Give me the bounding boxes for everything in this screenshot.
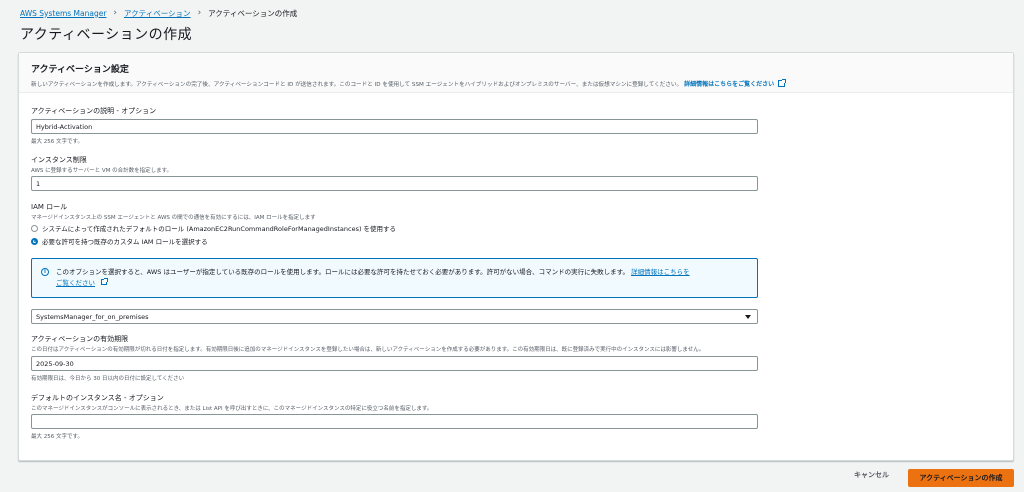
create-activation-button[interactable]: アクティベーションの作成	[908, 469, 1014, 487]
radio-button[interactable]	[31, 224, 38, 232]
alert-info-link[interactable]: 詳細情報はこちらを	[631, 268, 690, 276]
chevron-right-icon: ›	[197, 8, 202, 18]
description-input[interactable]: Hybrid-Activation	[31, 119, 758, 134]
alert-text: このオプションを選択すると、AWS はユーザーが指定している既存のロールを使用し…	[56, 268, 629, 276]
info-icon: i	[41, 268, 49, 276]
breadcrumb-current: アクティベーションの作成	[208, 8, 298, 18]
expiration-date-input[interactable]: 2025-09-30	[31, 356, 758, 371]
expiration-label: アクティベーションの有効期限	[31, 335, 129, 343]
panel-title: アクティベーション設定	[31, 65, 129, 75]
expiration-hint: 有効期限日は、今日から 30 日以内の日付に設定してください	[31, 376, 185, 382]
activation-settings-panel: アクティベーション設定 新しいアクティベーションを作成します。アクティベーション…	[18, 52, 1014, 461]
radio-button-checked[interactable]	[31, 237, 38, 245]
panel-header: アクティベーション設定 新しいアクティベーションを作成します。アクティベーション…	[19, 53, 1013, 93]
radio-default-role[interactable]: システムによって作成されたデフォルトのロール (AmazonEC2RunComm…	[31, 223, 396, 233]
breadcrumb-link-systems-manager[interactable]: AWS Systems Manager	[20, 9, 106, 18]
description-hint: 最大 256 文字です。	[31, 139, 83, 145]
default-name-description: このマネージドインスタンスがコンソールに表示されるとき、または List API…	[31, 406, 433, 412]
page-title: アクティベーションの作成	[20, 27, 193, 43]
panel-description: 新しいアクティベーションを作成します。アクティベーションの完了後、アクティベーシ…	[31, 79, 1001, 88]
default-name-hint: 最大 256 文字です。	[31, 434, 83, 440]
radio-default-role-label: システムによって作成されたデフォルトのロール (AmazonEC2RunComm…	[42, 225, 397, 233]
instance-limit-description: AWS に登録するサーバーと VM の合計数を指定します。	[31, 168, 173, 174]
default-name-label: デフォルトのインスタンス名 - オプション	[31, 394, 164, 402]
iam-role-description: マネージドインスタンス上の SSM エージェントと AWS の間での通信を有効に…	[31, 215, 316, 221]
cancel-button[interactable]: キャンセル	[854, 470, 889, 480]
default-name-input[interactable]	[31, 414, 758, 429]
expiration-description: この日付はアクティベーションの有効期限が切れる日付を指定します。有効期限日後に追…	[31, 347, 705, 353]
instance-limit-label: インスタンス制限	[31, 156, 87, 164]
breadcrumb: AWS Systems Manager › アクティベーション › アクティベー…	[20, 6, 297, 20]
iam-role-label: IAM ロール	[31, 203, 68, 211]
iam-role-select-value: SystemsManager_for_on_premises	[36, 312, 149, 321]
breadcrumb-link-activations[interactable]: アクティベーション	[124, 8, 191, 19]
iam-role-select[interactable]: SystemsManager_for_on_premises	[31, 309, 758, 324]
external-link-icon[interactable]	[101, 278, 109, 285]
description-label: アクティベーションの説明 - オプション	[31, 107, 157, 115]
panel-description-text: 新しいアクティベーションを作成します。アクティベーションの完了後、アクティベーシ…	[31, 81, 683, 88]
caret-down-icon[interactable]	[745, 314, 751, 319]
info-link[interactable]: 詳細情報はこちらをご覧ください	[684, 79, 774, 88]
info-alert: i このオプションを選択すると、AWS はユーザーが指定している既存のロールを使…	[31, 258, 758, 298]
external-link-icon[interactable]	[778, 79, 787, 87]
radio-custom-role[interactable]: 必要な許可を持つ既存のカスタム IAM ロールを選択する	[31, 236, 208, 246]
alert-info-link-2[interactable]: ご覧ください	[56, 279, 95, 287]
instance-limit-input[interactable]: 1	[31, 176, 758, 191]
chevron-right-icon: ›	[113, 8, 118, 18]
radio-custom-role-label: 必要な許可を持つ既存のカスタム IAM ロールを選択する	[42, 238, 208, 246]
